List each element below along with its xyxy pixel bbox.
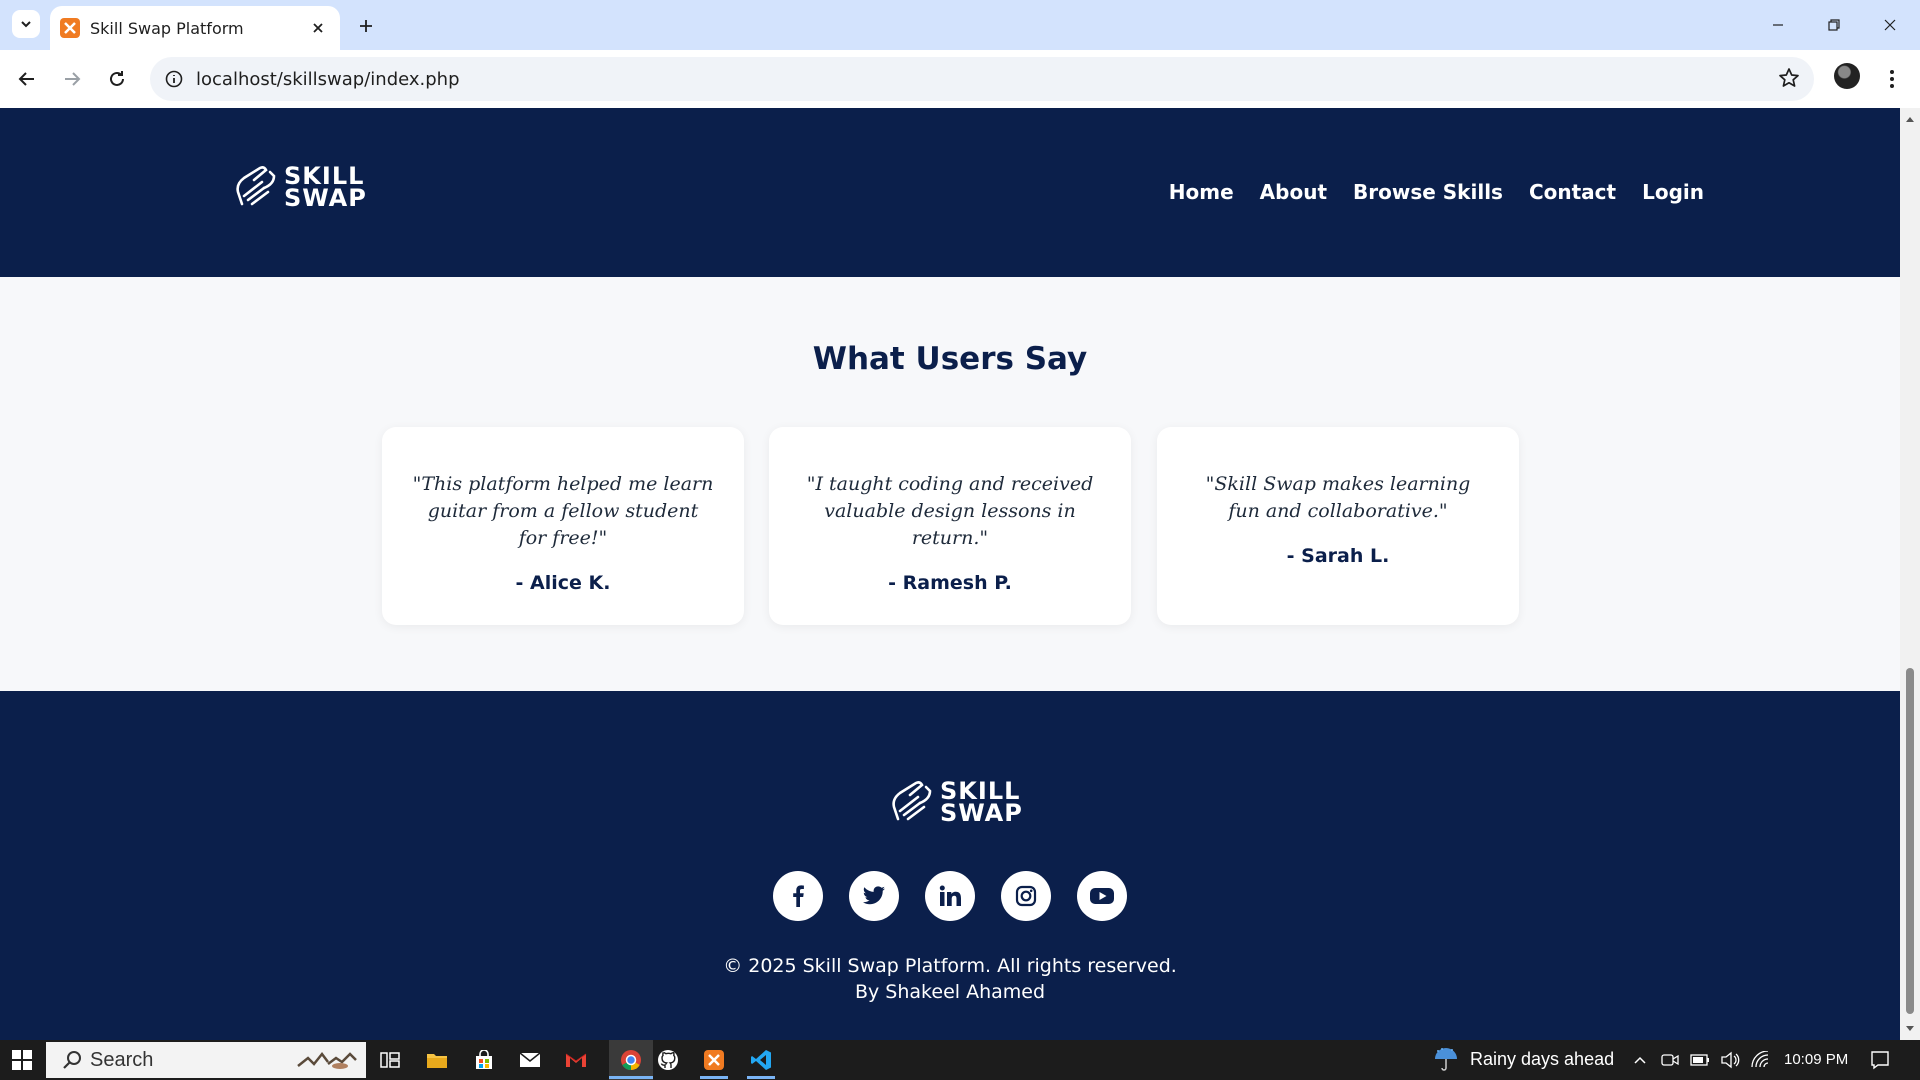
- weather-text[interactable]: Rainy days ahead: [1470, 1049, 1614, 1070]
- testimonial-author: - Ramesh P.: [888, 572, 1012, 594]
- scroll-down-icon[interactable]: [1904, 1022, 1916, 1034]
- forward-button[interactable]: [54, 61, 90, 97]
- notification-icon[interactable]: [1866, 1046, 1894, 1074]
- nav-browse-skills[interactable]: Browse Skills: [1353, 180, 1503, 204]
- reload-icon: [110, 71, 124, 86]
- chevron-up-icon[interactable]: [1626, 1046, 1654, 1074]
- testimonial-quote: "Skill Swap makes learning fun and colla…: [1205, 473, 1471, 522]
- section-title: What Users Say: [812, 341, 1088, 377]
- profile-avatar[interactable]: [1834, 63, 1860, 89]
- testimonial-quote: "I taught coding and received valuable d…: [806, 473, 1094, 549]
- testimonial-card: "I taught coding and received valuable d…: [769, 427, 1131, 625]
- windows-start-icon[interactable]: [12, 1050, 32, 1075]
- linkedin-icon: [939, 885, 961, 906]
- facebook-button[interactable]: [773, 871, 823, 921]
- tab-title: Skill Swap Platform: [90, 18, 244, 38]
- taskbar: Search Rainy days ahead 10:09 PM: [0, 1040, 1920, 1080]
- url-text: localhost/skillswap/index.php: [196, 68, 460, 90]
- browser-toolbar: localhost/skillswap/index.php: [0, 50, 1920, 108]
- logo-text: SKILL SWAP: [284, 162, 367, 212]
- search-icon: [63, 1051, 81, 1069]
- close-tab-icon[interactable]: [306, 16, 330, 40]
- nav-contact[interactable]: Contact: [1529, 180, 1616, 204]
- chrome-taskbar-icon[interactable]: [609, 1040, 653, 1080]
- twitter-button[interactable]: [849, 871, 899, 921]
- header-logo[interactable]: SKILL SWAP: [234, 164, 367, 210]
- page-scrollbar[interactable]: [1900, 108, 1920, 1040]
- testimonial-author: - Sarah L.: [1286, 545, 1390, 567]
- taskbar-search[interactable]: Search: [46, 1042, 366, 1078]
- handshake-logo-icon: [236, 166, 276, 206]
- site-header: SKILL SWAP Home About Browse Skills Cont…: [0, 108, 1900, 277]
- nav-home[interactable]: Home: [1169, 180, 1234, 204]
- back-button[interactable]: [9, 61, 45, 97]
- social-links: [0, 871, 1900, 921]
- youtube-icon: [1090, 888, 1114, 904]
- vscode-icon[interactable]: [747, 1046, 775, 1074]
- arrow-right-icon: [65, 72, 81, 86]
- file-explorer-icon[interactable]: [423, 1046, 451, 1074]
- plus-icon: [360, 20, 372, 32]
- store-icon[interactable]: [470, 1046, 498, 1074]
- xampp-icon[interactable]: [700, 1046, 728, 1074]
- testimonials-section: What Users Say "This platform helped me …: [0, 277, 1900, 691]
- battery-icon[interactable]: [1686, 1046, 1714, 1074]
- scroll-thumb[interactable]: [1906, 668, 1914, 1014]
- birds-illustration-icon: [297, 1051, 357, 1069]
- copyright-text: © 2025 Skill Swap Platform. All rights r…: [723, 955, 1177, 1003]
- close-window-button[interactable]: [1862, 0, 1918, 50]
- testimonial-author: - Alice K.: [515, 572, 611, 594]
- minimize-button[interactable]: [1750, 0, 1806, 50]
- site-info-icon[interactable]: [162, 67, 186, 91]
- footer-logo[interactable]: SKILL SWAP: [890, 779, 1023, 825]
- tab-strip: Skill Swap Platform: [0, 0, 1920, 50]
- active-indicator: [609, 1076, 653, 1079]
- search-label: Search: [90, 1048, 154, 1071]
- page-viewport: SKILL SWAP Home About Browse Skills Cont…: [0, 108, 1900, 1040]
- logo-text: SKILL SWAP: [940, 777, 1023, 827]
- meet-now-icon[interactable]: [1656, 1046, 1684, 1074]
- instagram-icon: [1015, 885, 1037, 907]
- nav-login[interactable]: Login: [1642, 180, 1704, 204]
- open-indicator: [700, 1076, 728, 1079]
- arrow-left-icon: [18, 72, 34, 86]
- new-tab-button[interactable]: [352, 12, 380, 40]
- testimonial-quote: "This platform helped me learn guitar fr…: [412, 473, 714, 549]
- youtube-button[interactable]: [1077, 871, 1127, 921]
- chevron-down-icon: [21, 21, 31, 28]
- clock-time[interactable]: 10:09 PM: [1784, 1051, 1848, 1068]
- reload-button[interactable]: [99, 61, 135, 97]
- open-indicator: [747, 1076, 775, 1079]
- gmail-icon[interactable]: [562, 1046, 590, 1074]
- tab-search-button[interactable]: [12, 10, 40, 38]
- testimonial-card: "Skill Swap makes learning fun and colla…: [1157, 427, 1519, 625]
- handshake-logo-icon: [892, 781, 932, 821]
- scroll-up-icon[interactable]: [1904, 114, 1916, 126]
- wifi-icon[interactable]: [1746, 1046, 1774, 1074]
- umbrella-weather-icon[interactable]: [1432, 1046, 1460, 1074]
- facebook-icon: [793, 885, 804, 907]
- nav-about[interactable]: About: [1260, 180, 1327, 204]
- xampp-favicon-icon: [60, 18, 80, 38]
- instagram-button[interactable]: [1001, 871, 1051, 921]
- main-nav: Home About Browse Skills Contact Login: [1169, 180, 1704, 204]
- volume-icon[interactable]: [1716, 1046, 1744, 1074]
- browser-menu-icon[interactable]: [1880, 64, 1904, 94]
- restore-button[interactable]: [1806, 0, 1862, 50]
- testimonial-card: "This platform helped me learn guitar fr…: [382, 427, 744, 625]
- address-bar[interactable]: localhost/skillswap/index.php: [150, 57, 1814, 101]
- bookmark-star-icon[interactable]: [1778, 67, 1800, 94]
- linkedin-button[interactable]: [925, 871, 975, 921]
- twitter-icon: [863, 886, 885, 905]
- browser-tab[interactable]: Skill Swap Platform: [50, 6, 340, 50]
- site-footer: SKILL SWAP © 2025 Skill Swap Platform. A…: [0, 691, 1900, 1040]
- mail-icon[interactable]: [516, 1046, 544, 1074]
- github-icon[interactable]: [654, 1046, 682, 1074]
- task-view-icon[interactable]: [376, 1046, 404, 1074]
